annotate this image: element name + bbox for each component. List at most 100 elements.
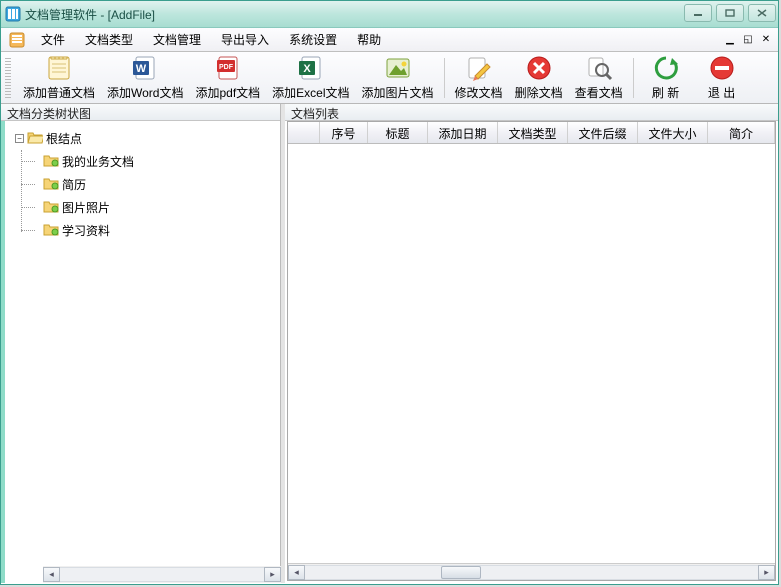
tb-add-word-doc[interactable]: W 添加Word文档: [101, 52, 189, 103]
toolbar: 添加普通文档 W 添加Word文档 PDF 添加pdf文档 X 添加Excel文…: [1, 52, 778, 104]
tree-panel-title: 文档分类树状图: [1, 104, 280, 121]
grid-col-rowselector[interactable]: [288, 122, 320, 143]
menu-doc-manage[interactable]: 文档管理: [143, 28, 211, 51]
delete-icon: [525, 54, 553, 82]
grid-col-ext[interactable]: 文件后缀: [568, 122, 638, 143]
toolbar-separator: [633, 58, 634, 98]
tb-exit[interactable]: 退 出: [694, 52, 750, 103]
grid-col-type[interactable]: 文档类型: [498, 122, 568, 143]
scroll-track[interactable]: [60, 567, 264, 582]
tb-add-excel-doc[interactable]: X 添加Excel文档: [266, 52, 355, 103]
tb-view-doc[interactable]: 查看文档: [569, 52, 629, 103]
grid-col-date[interactable]: 添加日期: [428, 122, 498, 143]
tree-node-label: 简历: [62, 176, 86, 193]
tree-node[interactable]: 简历: [37, 173, 276, 196]
tb-add-pdf-doc[interactable]: PDF 添加pdf文档: [189, 52, 266, 103]
tree-hscrollbar[interactable]: ◂ ▸: [43, 566, 281, 583]
mdi-app-icon: [9, 32, 25, 48]
refresh-icon: [652, 54, 680, 82]
right-panel: 文档列表 序号 标题 添加日期 文档类型 文件后缀 文件大小 简介 ◂: [285, 104, 778, 583]
pdf-icon: PDF: [214, 54, 242, 82]
minimize-button[interactable]: [684, 4, 712, 22]
svg-text:X: X: [303, 63, 311, 75]
tb-edit-doc[interactable]: 修改文档: [449, 52, 509, 103]
view-icon: [585, 54, 613, 82]
tb-label: 添加Word文档: [107, 84, 183, 101]
tb-delete-doc[interactable]: 删除文档: [509, 52, 569, 103]
maximize-button[interactable]: [716, 4, 744, 22]
grid-col-index[interactable]: 序号: [320, 122, 368, 143]
app-window: 文档管理软件 - [AddFile] 文件 文档类型 文档管理 导出导入 系统设…: [0, 0, 779, 585]
app-icon: [5, 6, 21, 22]
tree-node-label: 我的业务文档: [62, 153, 134, 170]
menubar: 文件 文档类型 文档管理 导出导入 系统设置 帮助 ▁ ◱ ✕: [1, 28, 778, 52]
left-panel: 文档分类树状图 − 根结点 我的业务文档 简历: [1, 104, 281, 583]
tb-label: 刷 新: [652, 84, 679, 101]
folder-icon: [43, 199, 59, 216]
tree-node[interactable]: 学习资料: [37, 219, 276, 242]
menu-file[interactable]: 文件: [31, 28, 75, 51]
tb-add-normal-doc[interactable]: 添加普通文档: [17, 52, 101, 103]
menu-import-export[interactable]: 导出导入: [211, 28, 279, 51]
grid-body[interactable]: [288, 144, 775, 564]
tb-add-image-doc[interactable]: 添加图片文档: [356, 52, 440, 103]
tb-label: 退 出: [708, 84, 735, 101]
tree-expander[interactable]: −: [15, 134, 24, 143]
tree-node[interactable]: 图片照片: [37, 196, 276, 219]
tree-node-label: 图片照片: [62, 199, 110, 216]
tb-label: 添加pdf文档: [195, 84, 260, 101]
folder-icon: [43, 153, 59, 170]
window-controls: [684, 4, 776, 22]
image-icon: [384, 54, 412, 82]
tb-refresh[interactable]: 刷 新: [638, 52, 694, 103]
folder-icon: [43, 176, 59, 193]
menu-doc-type[interactable]: 文档类型: [75, 28, 143, 51]
document-tree[interactable]: − 根结点 我的业务文档 简历 图片照片: [1, 121, 280, 583]
titlebar: 文档管理软件 - [AddFile]: [1, 1, 778, 28]
tree-node-label: 学习资料: [62, 222, 110, 239]
toolbar-separator: [444, 58, 445, 98]
tb-label: 查看文档: [575, 84, 623, 101]
window-title: 文档管理软件 - [AddFile]: [25, 6, 155, 23]
menu-help[interactable]: 帮助: [347, 28, 391, 51]
grid-col-size[interactable]: 文件大小: [638, 122, 708, 143]
scroll-left-button[interactable]: ◂: [43, 567, 60, 582]
menu-system-settings[interactable]: 系统设置: [279, 28, 347, 51]
grid-col-desc[interactable]: 简介: [708, 122, 775, 143]
folder-open-icon: [27, 130, 43, 147]
svg-text:W: W: [136, 63, 147, 75]
tree-root-node[interactable]: − 根结点: [9, 127, 276, 150]
tb-label: 修改文档: [455, 84, 503, 101]
folder-icon: [43, 222, 59, 239]
notepad-icon: [45, 54, 73, 82]
edit-icon: [465, 54, 493, 82]
scroll-right-button[interactable]: ▸: [758, 565, 775, 580]
grid-col-title[interactable]: 标题: [368, 122, 428, 143]
document-grid: 序号 标题 添加日期 文档类型 文件后缀 文件大小 简介 ◂ ▸: [287, 121, 776, 581]
tree-node-label: 根结点: [46, 130, 82, 147]
toolbar-grip: [5, 58, 11, 98]
main-area: 文档分类树状图 − 根结点 我的业务文档 简历: [1, 104, 778, 583]
mdi-restore[interactable]: ◱: [740, 32, 756, 46]
tree-children: 我的业务文档 简历 图片照片 学习资料: [9, 150, 276, 242]
scroll-left-button[interactable]: ◂: [288, 565, 305, 580]
scroll-thumb[interactable]: [441, 566, 481, 579]
exit-icon: [708, 54, 736, 82]
mdi-close[interactable]: ✕: [758, 32, 774, 46]
scroll-track[interactable]: [305, 565, 758, 580]
mdi-controls: ▁ ◱ ✕: [722, 32, 774, 46]
close-button[interactable]: [748, 4, 776, 22]
tb-label: 删除文档: [515, 84, 563, 101]
tb-label: 添加图片文档: [362, 84, 434, 101]
word-icon: W: [131, 54, 159, 82]
svg-text:PDF: PDF: [219, 64, 234, 71]
tb-label: 添加普通文档: [23, 84, 95, 101]
scroll-right-button[interactable]: ▸: [264, 567, 281, 582]
list-panel-title: 文档列表: [285, 104, 778, 121]
grid-header: 序号 标题 添加日期 文档类型 文件后缀 文件大小 简介: [288, 122, 775, 144]
tree-node[interactable]: 我的业务文档: [37, 150, 276, 173]
mdi-minimize[interactable]: ▁: [722, 32, 738, 46]
excel-icon: X: [297, 54, 325, 82]
tb-label: 添加Excel文档: [272, 84, 349, 101]
grid-hscrollbar[interactable]: ◂ ▸: [288, 563, 775, 580]
